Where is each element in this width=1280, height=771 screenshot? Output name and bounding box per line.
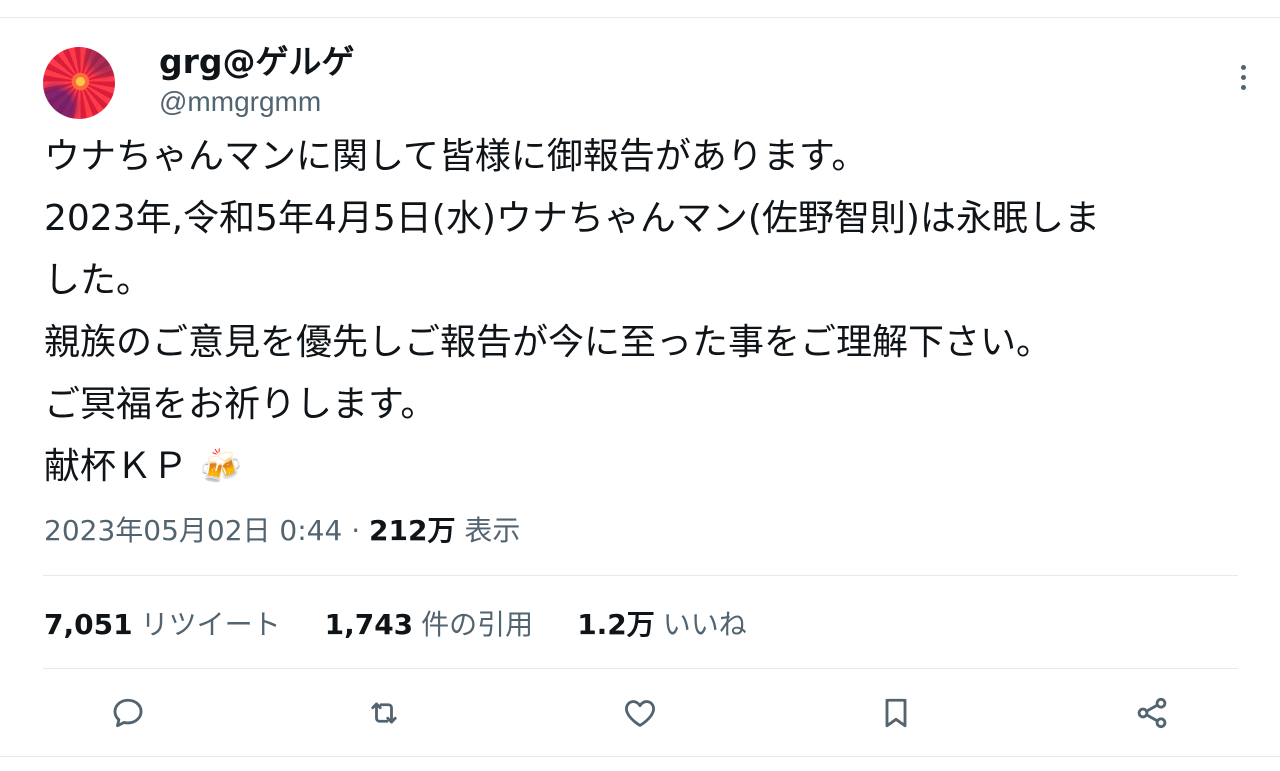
retweet-icon <box>371 702 397 724</box>
top-divider <box>0 17 1280 18</box>
retweet-button[interactable] <box>362 691 406 735</box>
views-count: 212万 <box>369 514 456 547</box>
action-bar <box>0 691 1280 735</box>
more-dot <box>1240 64 1246 70</box>
meta-divider <box>43 575 1238 576</box>
more-dot <box>1240 84 1246 90</box>
likes-stat[interactable]: 1.2万 いいね <box>577 602 747 648</box>
reply-icon <box>113 698 143 728</box>
avatar[interactable] <box>43 47 115 119</box>
author-handle[interactable]: @mmgrgmm <box>159 84 321 120</box>
bookmark-button[interactable] <box>874 691 918 735</box>
quotes-stat[interactable]: 1,743 件の引用 <box>325 602 534 648</box>
tweet-text: ウナちゃんマンに関して皆様に御報告があります。 2023年,令和5年4月5日(水… <box>44 126 1244 498</box>
share-button[interactable] <box>1130 691 1174 735</box>
tweet-line-text: 献杯ＫＰ <box>44 446 189 487</box>
retweets-stat[interactable]: 7,051 リツイート <box>44 602 281 648</box>
retweets-count: 7,051 <box>44 608 133 641</box>
more-dot <box>1240 74 1246 80</box>
heart-icon <box>625 700 655 727</box>
tweet-line: した。 <box>44 260 153 301</box>
likes-count: 1.2万 <box>577 608 655 641</box>
like-button[interactable] <box>618 691 662 735</box>
share-icon <box>1137 697 1167 729</box>
more-options-icon[interactable] <box>1228 60 1258 94</box>
tweet-line: 2023年,令和5年4月5日(水)ウナちゃんマン(佐野智則)は永眠しま <box>44 198 1100 239</box>
views-label: 表示 <box>464 514 521 547</box>
engagement-stats: 7,051 リツイート 1,743 件の引用 1.2万 いいね <box>44 602 747 648</box>
stats-divider <box>43 668 1238 669</box>
bottom-divider <box>0 756 1280 757</box>
author-display-name[interactable]: grg@ゲルゲ <box>159 42 355 82</box>
tweet-meta: 2023年05月02日 0:44 · 212万 表示 <box>44 508 520 554</box>
bookmark-icon <box>885 698 907 728</box>
retweets-label: リツイート <box>140 608 281 641</box>
beer-emoji-icon: 🍻 <box>199 447 242 487</box>
reply-button[interactable] <box>106 691 150 735</box>
quotes-label: 件の引用 <box>421 608 534 641</box>
tweet-line: 親族のご意見を優先しご報告が今に至った事をご理解下さい。 <box>44 322 1053 363</box>
likes-label: いいね <box>662 608 747 641</box>
tweet-line: ご冥福をお祈りします。 <box>44 384 437 425</box>
tweet-timestamp[interactable]: 2023年05月02日 0:44 <box>44 514 342 547</box>
quotes-count: 1,743 <box>324 608 414 641</box>
tweet-line-last: 献杯ＫＰ 🍻 <box>44 436 1244 498</box>
tweet-line: ウナちゃんマンに関して皆様に御報告があります。 <box>44 136 868 177</box>
meta-separator: · <box>351 514 361 547</box>
